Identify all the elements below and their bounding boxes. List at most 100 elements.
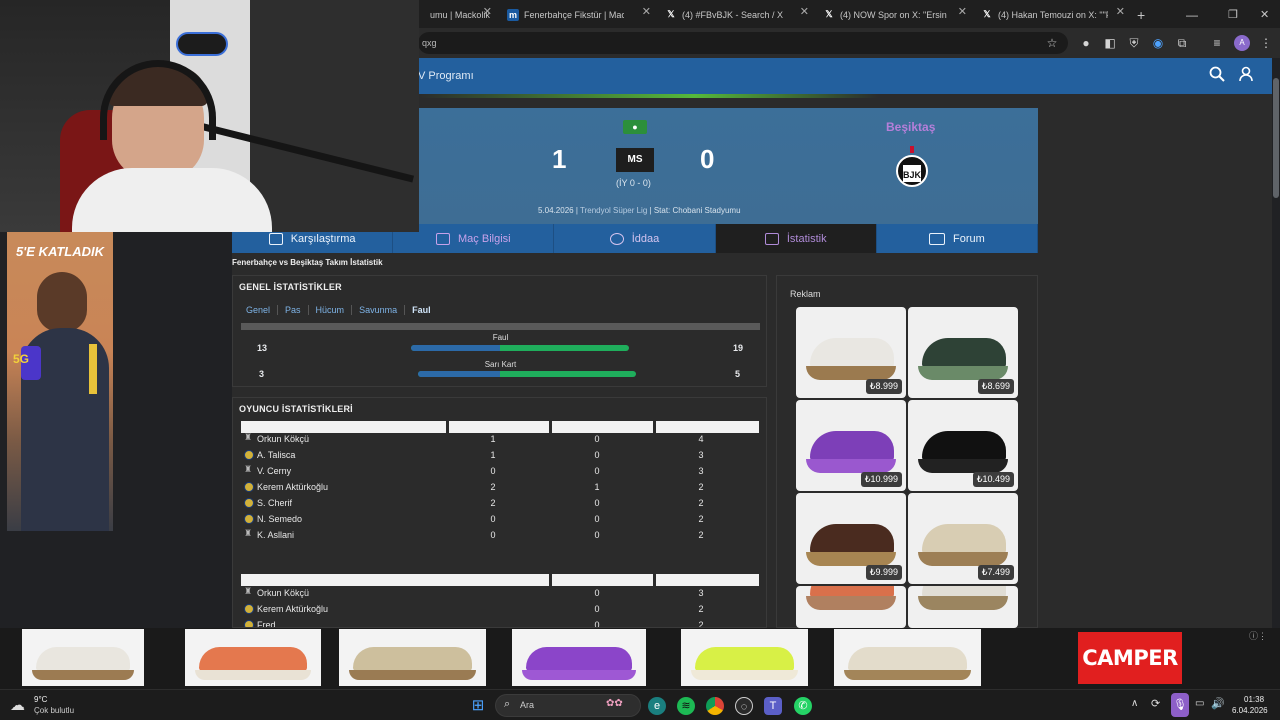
clock-time[interactable]: 01:38 — [1244, 695, 1264, 704]
banner-shoe-image[interactable] — [834, 629, 981, 686]
player-name[interactable]: Orkun Kökçü — [257, 434, 309, 444]
stat-cell: 0 — [594, 514, 600, 524]
ad-product-card[interactable]: ₺10.999 — [796, 400, 906, 491]
stat-bar-home-fill — [418, 371, 500, 377]
browser-tab[interactable]: 𝕏 (4) NOW Spor on X: "Ersin Düz ✕ — [823, 5, 973, 24]
ad-product-card[interactable] — [796, 586, 906, 628]
new-tab-button[interactable]: + — [1137, 5, 1151, 24]
ad-info-icon[interactable]: ⓘ⋮ — [1249, 629, 1269, 641]
table-header — [241, 574, 759, 586]
browser-tab[interactable]: umu | Mackolik ✕ — [430, 5, 498, 24]
obs-icon[interactable]: ◌ — [735, 697, 753, 715]
subtab-genel[interactable]: Genel — [239, 305, 279, 315]
banner-shoe-image[interactable] — [339, 629, 486, 686]
banner-shoe-image[interactable] — [681, 629, 808, 686]
close-tab-icon[interactable]: ✕ — [483, 5, 492, 18]
player-name[interactable]: Kerem Aktürkoğlu — [257, 604, 328, 614]
shield-icon[interactable]: ⛨ — [1126, 35, 1142, 51]
bookmark-star-icon[interactable]: ☆ — [1044, 35, 1060, 51]
spotify-icon[interactable]: ≋ — [677, 697, 695, 715]
stat-cell: 3 — [698, 588, 704, 598]
x-logo-icon: 𝕏 — [667, 9, 675, 19]
extension-icon[interactable]: ● — [1078, 35, 1094, 51]
ad-product-card[interactable]: ₺8.699 — [908, 307, 1018, 398]
player-name[interactable]: Orkun Kökçü — [257, 588, 309, 598]
subtab-faul[interactable]: Faul — [405, 305, 438, 315]
windows-start-icon[interactable]: ⊞ — [469, 697, 487, 715]
extension-icon[interactable]: ◉ — [1150, 35, 1166, 51]
stat-away-value: 19 — [733, 343, 744, 353]
extension-icon[interactable]: ◧ — [1102, 35, 1118, 51]
taskbar-search-field[interactable]: ⌕ Ara ✿✿ — [495, 694, 641, 717]
shoe-upper — [526, 647, 632, 671]
product-price: ₺10.499 — [972, 472, 1014, 487]
subtab-pas[interactable]: Pas — [278, 305, 309, 315]
player-name[interactable]: S. Cherif — [257, 498, 292, 508]
banner-shoe-image[interactable] — [185, 629, 321, 686]
product-price: ₺10.999 — [860, 472, 902, 487]
volume-icon[interactable]: 🔊 — [1211, 697, 1225, 710]
stat-cell: 0 — [594, 620, 600, 627]
live-broadcast-icon: ● — [623, 120, 647, 134]
left-side-ad[interactable]: 5'E KATLADIK 5G — [7, 232, 113, 531]
shoe-upper — [922, 431, 1006, 461]
player-name[interactable]: N. Semedo — [257, 514, 302, 524]
ad-product-card[interactable]: ₺7.499 — [908, 493, 1018, 584]
close-tab-icon[interactable]: ✕ — [800, 5, 809, 18]
table-row: ♜ Orkun Kökçü 1 0 4 — [242, 432, 758, 448]
camper-logo[interactable]: CAMPER — [1078, 632, 1182, 684]
table-row: ♜ V. Cerny 0 0 3 — [242, 464, 758, 480]
microphone-icon[interactable]: 🎙 — [1171, 693, 1189, 717]
banner-shoe-image[interactable] — [22, 629, 144, 686]
tab-istatistik[interactable]: İstatistik — [715, 224, 877, 253]
player-name[interactable]: A. Talisca — [257, 450, 295, 460]
chrome-icon[interactable] — [706, 697, 724, 715]
stat-cell: 4 — [698, 434, 704, 444]
profile-avatar[interactable]: A — [1234, 35, 1250, 51]
player-name[interactable]: Kerem Aktürkoğlu — [257, 482, 328, 492]
tab-forum[interactable]: Forum — [877, 224, 1039, 253]
away-team-name[interactable]: Beşiktaş — [886, 120, 935, 134]
page-scrollbar[interactable] — [1272, 58, 1280, 628]
weather-cloud-icon[interactable]: ☁ — [10, 696, 25, 714]
league-link[interactable]: Trendyol Süper Lig — [580, 206, 647, 215]
browser-tab[interactable]: 𝕏 (4) #FBvBJK - Search / X ✕ — [665, 5, 815, 24]
minimize-icon[interactable]: — — [1186, 5, 1198, 24]
teams-icon[interactable]: T — [764, 697, 782, 715]
puzzle-icon[interactable]: ⧉ — [1174, 35, 1190, 51]
player-name[interactable]: Fred — [257, 620, 276, 627]
bottom-banner-ad[interactable]: CAMPER ⓘ⋮ — [0, 628, 1280, 689]
tray-app-icon[interactable]: ⟳ — [1151, 697, 1160, 710]
reading-list-icon[interactable]: ≡ — [1209, 35, 1225, 51]
ad-product-card[interactable] — [908, 586, 1018, 628]
ad-product-card[interactable]: ₺9.999 — [796, 493, 906, 584]
tray-overflow-icon[interactable]: ∧ — [1131, 698, 1138, 709]
clock-date[interactable]: 6.04.2026 — [1232, 706, 1268, 715]
whatsapp-icon[interactable]: ✆ — [794, 697, 812, 715]
subtab-hucum[interactable]: Hücum — [309, 305, 353, 315]
ad-product-card[interactable]: ₺10.499 — [908, 400, 1018, 491]
browser-tab[interactable]: m Fenerbahçe Fikstür | Mackolik ✕ — [507, 5, 657, 24]
player-name[interactable]: V. Cerny — [257, 466, 291, 476]
fenerbahce-badge-icon — [244, 514, 254, 524]
network-icon[interactable]: ▭ — [1195, 698, 1204, 709]
shoe-sole — [918, 596, 1008, 610]
edge-icon[interactable]: e — [648, 697, 666, 715]
player-name[interactable]: K. Asllani — [257, 530, 294, 540]
more-menu-icon[interactable]: ⋮ — [1258, 35, 1274, 51]
subtab-savunma[interactable]: Savunma — [352, 305, 406, 315]
user-icon[interactable] — [1238, 66, 1254, 82]
url-field[interactable]: qxg — [418, 32, 1068, 54]
browser-tab[interactable]: 𝕏 (4) Hakan Temouzi on X: ""Pen ✕ — [981, 5, 1131, 24]
banner-shoe-image[interactable] — [512, 629, 646, 686]
stat-cell: 0 — [490, 514, 496, 524]
close-tab-icon[interactable]: ✕ — [642, 5, 651, 18]
close-tab-icon[interactable]: ✕ — [1116, 5, 1125, 18]
nav-menu-item[interactable]: V Programı — [418, 70, 474, 82]
search-icon[interactable] — [1209, 66, 1225, 82]
ad-product-card[interactable]: ₺8.999 — [796, 307, 906, 398]
close-tab-icon[interactable]: ✕ — [958, 5, 967, 18]
tab-iddaa[interactable]: İddaa — [554, 224, 716, 253]
close-window-icon[interactable]: ✕ — [1260, 5, 1269, 24]
restore-icon[interactable]: ❐ — [1228, 5, 1238, 24]
